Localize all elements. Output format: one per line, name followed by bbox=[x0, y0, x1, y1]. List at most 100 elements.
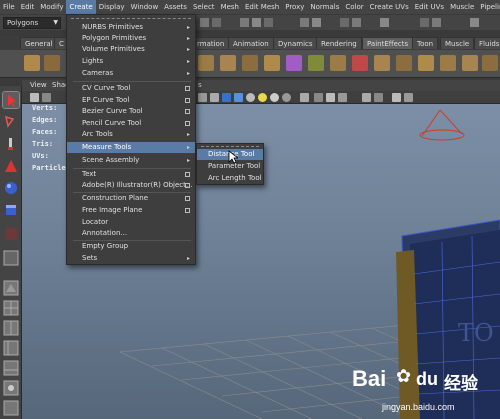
panel-menu-panels[interactable]: s bbox=[198, 80, 202, 91]
shelf-sphere-icon[interactable] bbox=[24, 55, 40, 71]
tab-animation[interactable]: Animation bbox=[228, 37, 274, 49]
menu-item-lights[interactable]: Lights ▸ bbox=[67, 56, 195, 67]
layout-two-icon[interactable] bbox=[3, 320, 19, 336]
menu-create[interactable]: Create bbox=[66, 0, 96, 14]
menu-item-sets[interactable]: Sets ▸ bbox=[67, 253, 195, 264]
menu-edit[interactable]: Edit bbox=[18, 0, 38, 14]
menu-assets[interactable]: Assets bbox=[161, 0, 190, 14]
menu-create-uvs[interactable]: Create UVs bbox=[367, 0, 412, 14]
shelf-tool-icon[interactable] bbox=[330, 55, 346, 71]
shelf-cube-icon[interactable] bbox=[44, 55, 60, 71]
menu-item-cameras[interactable]: Cameras ▸ bbox=[67, 68, 195, 79]
shelf-tool-icon[interactable] bbox=[220, 55, 236, 71]
layout-persp-icon[interactable] bbox=[3, 280, 19, 296]
option-box-icon[interactable] bbox=[185, 98, 190, 103]
menu-item-bezier-curve-tool[interactable]: Bezier Curve Tool bbox=[67, 106, 195, 117]
menu-item-arc-tools[interactable]: Arc Tools ▸ bbox=[67, 129, 195, 140]
shelf-tool-icon[interactable] bbox=[396, 55, 412, 71]
tear-off-line[interactable] bbox=[71, 18, 191, 20]
layout-graph-icon[interactable] bbox=[3, 360, 19, 376]
option-box-icon[interactable] bbox=[185, 121, 190, 126]
tab-dynamics[interactable]: Dynamics bbox=[273, 37, 318, 49]
option-box-icon[interactable] bbox=[185, 196, 190, 201]
shelf-tool-icon[interactable] bbox=[352, 55, 368, 71]
layout-single-icon[interactable] bbox=[3, 250, 19, 266]
shelf-tool-icon[interactable] bbox=[418, 55, 434, 71]
shelf-tool-icon[interactable] bbox=[482, 55, 498, 71]
shelf-tool-icon[interactable] bbox=[242, 55, 258, 71]
menu-item-text[interactable]: Text bbox=[67, 169, 195, 180]
menu-muscle[interactable]: Muscle bbox=[447, 0, 477, 14]
shelf-tool-icon[interactable] bbox=[374, 55, 390, 71]
menu-pipeline[interactable]: Pipeline bbox=[477, 0, 500, 14]
xray-joints-icon[interactable] bbox=[326, 93, 335, 102]
field-chart-icon[interactable] bbox=[392, 93, 401, 102]
tab-general[interactable]: General bbox=[20, 37, 58, 49]
gate-mask-icon[interactable] bbox=[374, 93, 383, 102]
camera-icon[interactable] bbox=[30, 93, 39, 102]
rotate-tool-icon[interactable] bbox=[3, 180, 19, 196]
menu-item-arc-length-tool[interactable]: Arc Length Tool bbox=[197, 173, 263, 184]
xray-components-icon[interactable] bbox=[338, 93, 347, 102]
tab-painteffects[interactable]: PaintEffects bbox=[362, 37, 414, 49]
option-box-icon[interactable] bbox=[185, 109, 190, 114]
menu-item-nurbs-primitives[interactable]: NURBS Primitives ▸ bbox=[67, 22, 195, 33]
lights-icon[interactable] bbox=[246, 93, 255, 102]
menu-item-locator[interactable]: Locator bbox=[67, 217, 195, 228]
menu-normals[interactable]: Normals bbox=[307, 0, 342, 14]
menu-item-free-image-plane[interactable]: Free Image Plane bbox=[67, 205, 195, 216]
layout-outliner-icon[interactable] bbox=[3, 340, 19, 356]
layout-hypershade-icon[interactable] bbox=[3, 380, 19, 396]
lasso-tool-icon[interactable] bbox=[3, 114, 19, 130]
xray-icon[interactable] bbox=[314, 93, 323, 102]
menu-item-empty-group[interactable]: Empty Group bbox=[67, 241, 195, 252]
shelf-tool-icon[interactable] bbox=[264, 55, 280, 71]
menu-window[interactable]: Window bbox=[128, 0, 162, 14]
menu-item-polygon-primitives[interactable]: Polygon Primitives ▸ bbox=[67, 33, 195, 44]
menu-item-illustrator-object[interactable]: Adobe(R) Illustrator(R) Object... bbox=[67, 180, 195, 191]
option-box-icon[interactable] bbox=[185, 208, 190, 213]
menu-edit-mesh[interactable]: Edit Mesh bbox=[242, 0, 282, 14]
option-box-icon[interactable] bbox=[185, 86, 190, 91]
scale-tool-icon[interactable] bbox=[3, 202, 19, 218]
isolate-icon[interactable] bbox=[300, 93, 309, 102]
layout-extra-icon[interactable] bbox=[3, 400, 19, 416]
menu-item-scene-assembly[interactable]: Scene Assembly ▸ bbox=[67, 155, 195, 166]
ao-icon[interactable] bbox=[282, 93, 291, 102]
smooth-shade-icon[interactable] bbox=[222, 93, 231, 102]
menu-select[interactable]: Select bbox=[190, 0, 218, 14]
tab-toon[interactable]: Toon bbox=[412, 37, 439, 49]
tab-deformation[interactable]: rmation bbox=[192, 37, 230, 49]
menu-file[interactable]: File bbox=[0, 0, 18, 14]
tab-fluids[interactable]: Fluids bbox=[474, 37, 500, 49]
wireframe-icon[interactable] bbox=[210, 93, 219, 102]
panel-menu-view[interactable]: View bbox=[30, 80, 47, 91]
default-light-icon[interactable] bbox=[258, 93, 267, 102]
tear-off-line[interactable] bbox=[201, 146, 259, 147]
tab-muscle[interactable]: Muscle bbox=[440, 37, 475, 49]
layout-four-icon[interactable] bbox=[3, 300, 19, 316]
shelf-tool-icon[interactable] bbox=[286, 55, 302, 71]
move-tool-icon[interactable] bbox=[3, 158, 19, 174]
shadows-icon[interactable] bbox=[270, 93, 279, 102]
menu-item-pencil-curve-tool[interactable]: Pencil Curve Tool bbox=[67, 118, 195, 129]
manipulator-tool-icon[interactable] bbox=[3, 226, 19, 242]
menu-mesh[interactable]: Mesh bbox=[218, 0, 242, 14]
paint-select-tool-icon[interactable] bbox=[3, 136, 19, 152]
menu-color[interactable]: Color bbox=[342, 0, 366, 14]
select-tool-icon[interactable] bbox=[2, 91, 20, 109]
resolution-gate-icon[interactable] bbox=[362, 93, 371, 102]
menu-display[interactable]: Display bbox=[96, 0, 128, 14]
menu-item-annotation[interactable]: Annotation... bbox=[67, 228, 195, 239]
menu-item-measure-tools[interactable]: Measure Tools ▸ bbox=[67, 142, 195, 153]
menu-item-cv-curve-tool[interactable]: CV Curve Tool bbox=[67, 83, 195, 94]
option-box-icon[interactable] bbox=[185, 172, 190, 177]
shelf-tool-icon[interactable] bbox=[308, 55, 324, 71]
menu-proxy[interactable]: Proxy bbox=[282, 0, 307, 14]
menu-item-volume-primitives[interactable]: Volume Primitives ▸ bbox=[67, 44, 195, 55]
menu-item-construction-plane[interactable]: Construction Plane bbox=[67, 193, 195, 204]
tab-rendering[interactable]: Rendering bbox=[316, 37, 362, 49]
option-box-icon[interactable] bbox=[185, 183, 190, 188]
menu-edit-uvs[interactable]: Edit UVs bbox=[412, 0, 447, 14]
shelf-tool-icon[interactable] bbox=[462, 55, 478, 71]
